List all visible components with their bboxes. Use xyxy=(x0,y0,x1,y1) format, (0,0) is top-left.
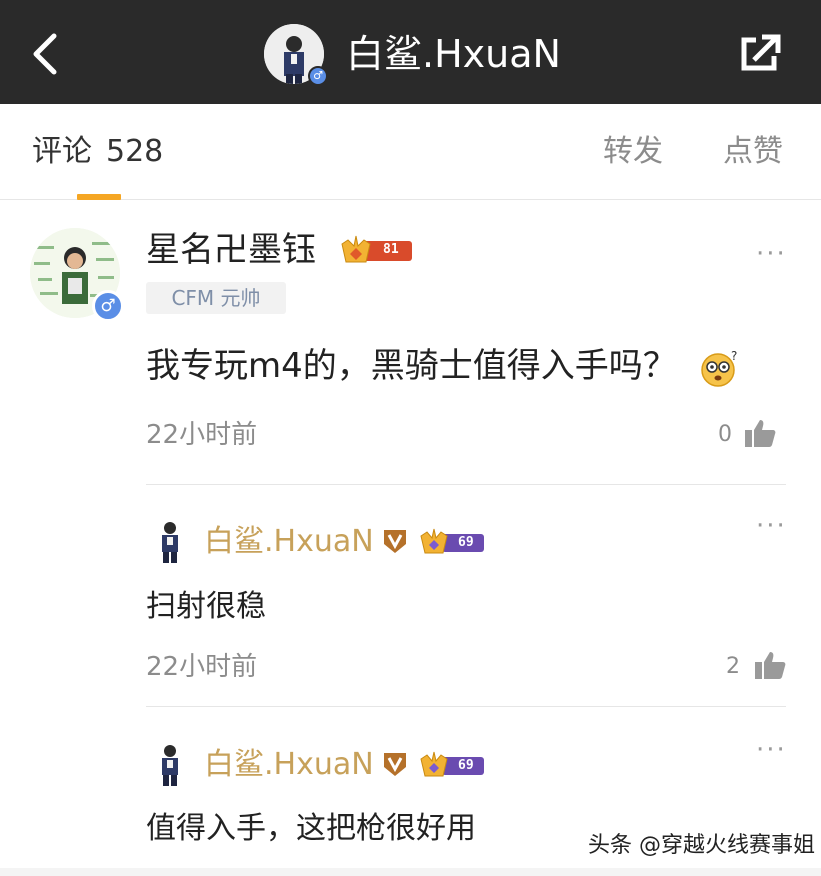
reply-avatar[interactable] xyxy=(148,743,192,787)
level-badge: 81 xyxy=(338,234,414,266)
crown-level-icon xyxy=(341,235,412,263)
divider xyxy=(146,706,786,707)
comment-timestamp: 22小时前 xyxy=(146,420,258,450)
like-button[interactable] xyxy=(744,418,776,448)
like-count: 2 xyxy=(726,654,740,679)
verified-v-icon xyxy=(382,528,408,554)
avatar-image xyxy=(162,745,178,786)
external-share-icon xyxy=(741,34,781,71)
top-bar: ♂ 白鲨.HxuaN xyxy=(0,0,821,104)
crown-level-icon xyxy=(420,528,484,554)
comment-body: 我专玩m4的，黑骑士值得入手吗？ xyxy=(146,346,677,386)
svg-text:?: ? xyxy=(731,349,737,363)
bottom-strip xyxy=(0,868,821,876)
commenter-avatar[interactable]: ♂ xyxy=(30,228,124,322)
tab-repost[interactable]: 转发 xyxy=(603,132,663,172)
header-avatar[interactable]: ♂ xyxy=(264,24,328,86)
like-count: 0 xyxy=(718,422,732,447)
reply-text: 扫射很稳 xyxy=(146,589,266,624)
tab-comments[interactable]: 评论 528 xyxy=(32,132,163,172)
like-button[interactable] xyxy=(754,650,786,680)
verified-v-icon xyxy=(382,751,408,777)
reply-text: 值得入手，这把枪很好用 xyxy=(146,811,476,846)
tab-like[interactable]: 点赞 xyxy=(723,132,783,172)
gender-male-icon: ♂ xyxy=(308,66,328,86)
chevron-left-icon xyxy=(33,33,57,75)
crown-level-icon xyxy=(420,751,484,777)
tab-bar: 评论 528 转发 点赞 xyxy=(0,104,821,200)
share-button[interactable] xyxy=(738,34,782,74)
level-number: 69 xyxy=(458,535,474,550)
gender-male-icon: ♂ xyxy=(92,290,124,322)
comment-text: 我专玩m4的，黑骑士值得入手吗？ ? xyxy=(146,342,740,390)
comments-count: 528 xyxy=(106,134,164,169)
more-options-button[interactable]: ··· xyxy=(756,241,787,267)
reply-timestamp: 22小时前 xyxy=(146,652,258,682)
tab-comments-label: 评论 xyxy=(32,134,92,169)
thumbs-up-icon xyxy=(745,420,776,447)
level-badge: 69 xyxy=(418,751,486,779)
more-options-button[interactable]: ··· xyxy=(756,513,787,539)
level-number: 69 xyxy=(458,758,474,773)
game-rank-tag[interactable]: CFM 元帅 xyxy=(146,282,286,314)
avatar-image xyxy=(162,522,178,563)
watermark: 头条 @穿越火线赛事姐 xyxy=(588,833,815,858)
thumbs-up-icon xyxy=(755,652,786,679)
page-title: 白鲨.HxuaN xyxy=(346,32,561,76)
reply-username[interactable]: 白鲨.HxuaN xyxy=(204,745,374,785)
back-button[interactable] xyxy=(28,30,68,78)
reply-username[interactable]: 白鲨.HxuaN xyxy=(204,522,374,562)
commenter-username[interactable]: 星名卍墨钰 xyxy=(146,228,316,272)
more-options-button[interactable]: ··· xyxy=(756,737,787,763)
level-number: 81 xyxy=(383,242,399,257)
active-tab-indicator xyxy=(77,194,121,200)
dizzy-face-emoji-icon: ? xyxy=(700,348,740,388)
reply-avatar[interactable] xyxy=(148,520,192,564)
level-badge: 69 xyxy=(418,528,486,556)
divider xyxy=(146,484,786,485)
